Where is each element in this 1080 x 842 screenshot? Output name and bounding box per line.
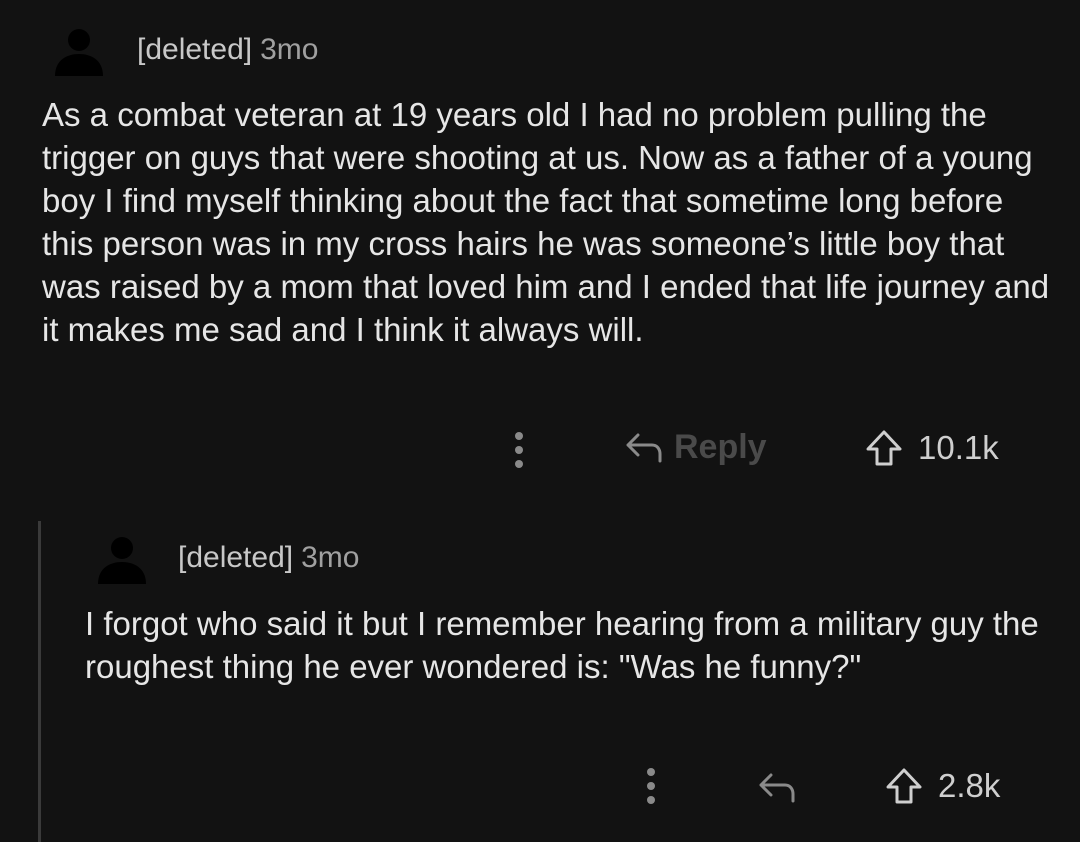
more-vertical-icon: [647, 768, 655, 804]
comment-meta: [deleted] 3mo: [178, 540, 359, 576]
vote-count: 2.8k: [938, 767, 1001, 804]
more-options-button[interactable]: [511, 430, 527, 470]
more-vertical-icon: [515, 432, 523, 468]
comment-author[interactable]: [deleted]: [137, 33, 252, 66]
reply-button[interactable]: [757, 767, 797, 807]
comment-body: I forgot who said it but I remember hear…: [85, 605, 1039, 685]
comment: [deleted] 3mo As a combat veteran at 19 y…: [0, 0, 1080, 500]
comment-age: 3mo: [301, 541, 360, 574]
reply-arrow-icon: [626, 433, 662, 463]
reply-label: Reply: [674, 427, 767, 466]
upvote-button[interactable]: 2.8k: [884, 766, 1000, 806]
reply-button[interactable]: Reply: [624, 427, 767, 467]
comment-body: As a combat veteran at 19 years old I ha…: [42, 96, 1050, 348]
more-options-button[interactable]: [643, 766, 659, 806]
comment-author[interactable]: [deleted]: [178, 541, 293, 574]
avatar[interactable]: [53, 26, 105, 78]
reply-arrow-icon: [759, 773, 795, 803]
upvote-button[interactable]: 10.1k: [864, 428, 999, 468]
reply-comment: [deleted] 3mo I forgot who said it but I …: [0, 500, 1080, 842]
comment-age: 3mo: [260, 33, 319, 66]
vote-count: 10.1k: [918, 429, 999, 466]
upvote-arrow-icon: [866, 430, 902, 466]
comment-meta: [deleted] 3mo: [137, 32, 318, 68]
upvote-arrow-icon: [886, 768, 922, 804]
user-silhouette-icon: [98, 537, 146, 584]
user-silhouette-icon: [55, 29, 103, 76]
avatar[interactable]: [96, 534, 148, 586]
